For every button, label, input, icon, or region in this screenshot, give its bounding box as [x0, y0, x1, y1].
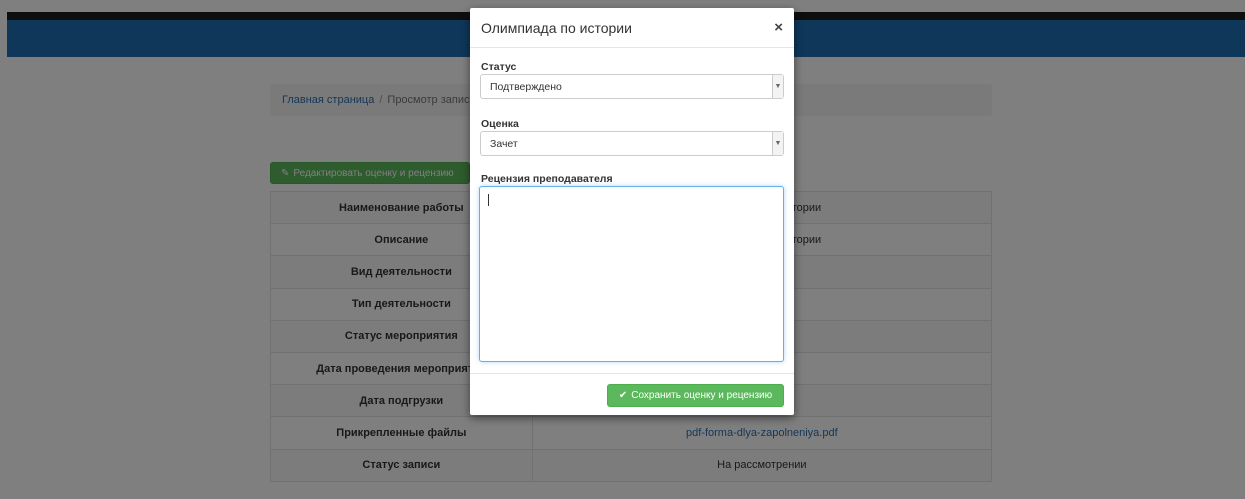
review-label: Рецензия преподавателя — [481, 173, 613, 185]
grade-select[interactable]: Зачет ▼ — [480, 131, 784, 156]
text-caret — [488, 194, 489, 206]
status-select[interactable]: Подтверждено ▼ — [480, 74, 784, 99]
grade-modal: Олимпиада по истории × Статус Подтвержде… — [470, 8, 794, 415]
chevron-down-icon: ▼ — [772, 132, 783, 155]
check-icon: ✔ — [618, 390, 628, 401]
chevron-down-icon: ▼ — [772, 75, 783, 98]
close-icon[interactable]: × — [774, 19, 783, 36]
modal-footer: ✔ Сохранить оценку и рецензию — [470, 373, 794, 415]
status-select-value: Подтверждено — [490, 80, 562, 93]
grade-label: Оценка — [481, 118, 519, 130]
grade-select-value: Зачет — [490, 137, 518, 150]
modal-title: Олимпиада по истории — [481, 19, 632, 36]
save-grade-button-label: Сохранить оценку и рецензию — [631, 390, 773, 401]
modal-header: Олимпиада по истории × — [470, 8, 794, 48]
save-grade-button[interactable]: ✔ Сохранить оценку и рецензию — [607, 384, 784, 407]
review-textarea[interactable] — [479, 186, 784, 362]
status-label: Статус — [481, 61, 517, 73]
